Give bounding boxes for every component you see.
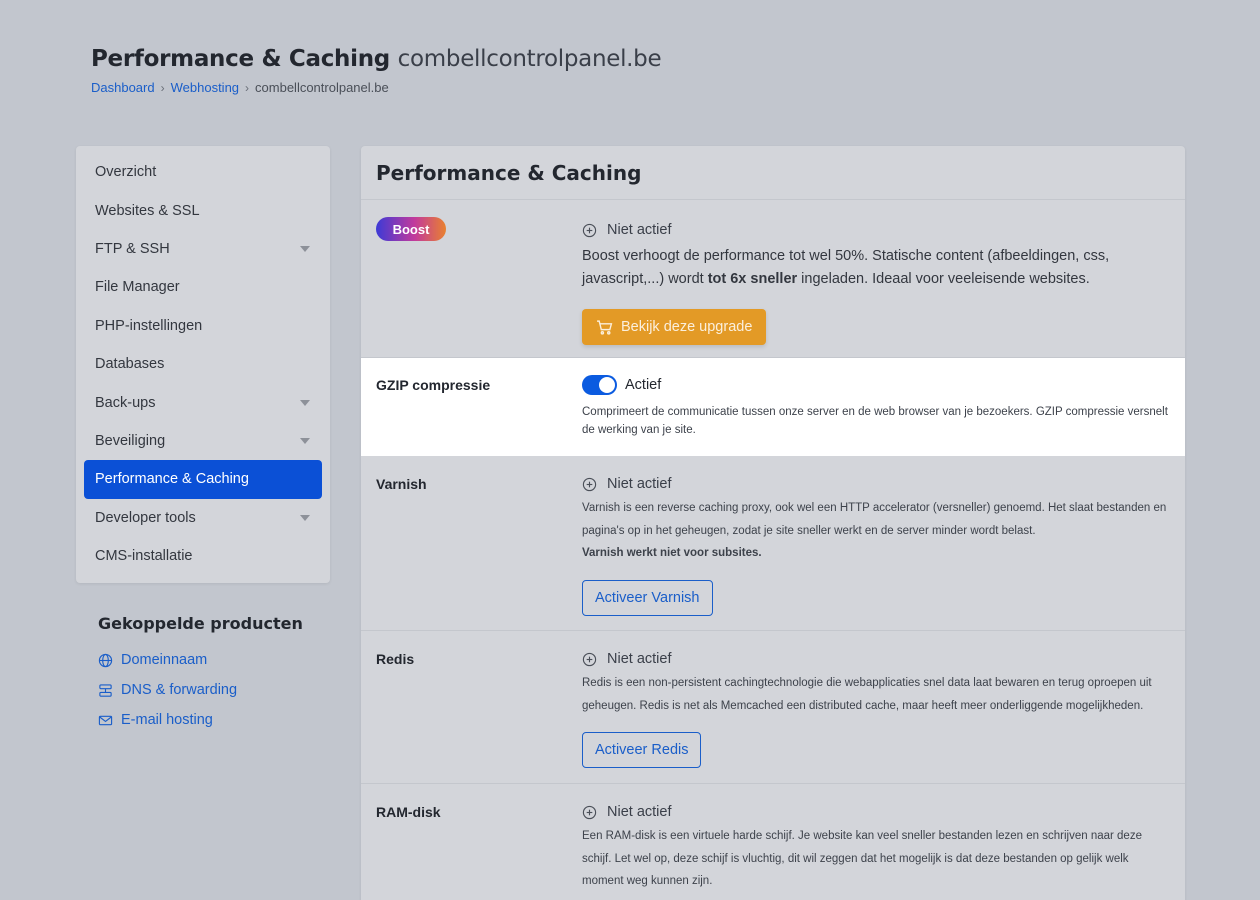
varnish-label: Varnish [376, 476, 427, 492]
view-upgrade-button[interactable]: Bekijk deze upgrade [582, 309, 767, 345]
linked-item-label: DNS & forwarding [121, 682, 238, 698]
varnish-status: Niet actief [582, 475, 1172, 493]
sidebar-item-back-ups[interactable]: Back-ups [84, 383, 322, 421]
sidebar-item-label: Performance & Caching [95, 471, 249, 488]
gzip-description: Comprimeert de communicatie tussen onze … [582, 406, 1168, 436]
plus-circle-icon [582, 805, 597, 819]
gzip-body: Actief Comprimeert de communicatie tusse… [582, 375, 1172, 439]
redis-description: Redis is een non-persistent cachingtechn… [582, 677, 1152, 712]
server-icon [99, 683, 112, 697]
redis-status: Niet actief [582, 650, 1172, 668]
varnish-description: Varnish is een reverse caching proxy, oo… [582, 502, 1167, 537]
breadcrumb-current: combellcontrolpanel.be [255, 80, 389, 95]
sidebar-item-ftp-ssh[interactable]: FTP & SSH [84, 230, 322, 268]
plus-circle-icon [582, 477, 597, 491]
boost-badge: Boost [376, 217, 446, 241]
linked-item-label: Domeinnaam [121, 652, 208, 668]
caret-down-icon [300, 399, 310, 406]
main-panel: Performance & Caching Boost Niet actief … [361, 146, 1185, 900]
linked-item-label: E-mail hosting [121, 712, 213, 728]
sidebar-item-label: Beveiliging [95, 432, 166, 449]
sidebar-item-developer-tools[interactable]: Developer tools [84, 499, 322, 537]
sidebar-item-databases[interactable]: Databases [84, 345, 322, 383]
gzip-status: Actief [582, 375, 1172, 395]
breadcrumb-dashboard[interactable]: Dashboard [91, 80, 155, 95]
redis-row: Redis Niet actief Redis is een non-persi… [361, 631, 1185, 784]
sidebar-item-label: Overzicht [95, 164, 157, 181]
sidebar-item-label: Websites & SSL [95, 202, 200, 219]
redis-label: Redis [376, 651, 415, 667]
breadcrumb-webhosting[interactable]: Webhosting [171, 80, 239, 95]
breadcrumb-separator: › [245, 80, 250, 95]
page-title-domain: combellcontrolpanel.be [397, 46, 662, 72]
toggle-knob [599, 377, 615, 393]
sidebar-item-label: Back-ups [95, 394, 156, 411]
sidebar-item-file-manager[interactable]: File Manager [84, 268, 322, 306]
varnish-status-text: Niet actief [607, 476, 672, 492]
boost-status-text: Niet actief [607, 222, 672, 238]
ramdisk-description: Een RAM-disk is een virtuele harde schij… [582, 830, 1142, 887]
ramdisk-body: Niet actief Een RAM-disk is een virtuele… [582, 803, 1172, 893]
panel-title: Performance & Caching [361, 146, 1185, 200]
sidebar-item-websites-ssl[interactable]: Websites & SSL [84, 191, 322, 229]
plus-circle-icon [582, 223, 597, 237]
ramdisk-label: RAM-disk [376, 804, 441, 820]
sidebar-item-cms-installatie[interactable]: CMS-installatie [84, 537, 322, 575]
sidebar-item-label: PHP-instellingen [95, 317, 203, 334]
breadcrumb: Dashboard › Webhosting › combellcontrolp… [91, 80, 661, 95]
plus-circle-icon [582, 652, 597, 666]
boost-status: Niet actief [582, 221, 1172, 239]
sidebar-nav: Overzicht Websites & SSL FTP & SSH File … [76, 146, 330, 583]
ramdisk-status-text: Niet actief [607, 804, 672, 820]
caret-down-icon [300, 514, 310, 521]
sidebar-item-beveiliging[interactable]: Beveiliging [84, 422, 322, 460]
sidebar-item-label: FTP & SSH [95, 240, 170, 257]
view-upgrade-label: Bekijk deze upgrade [621, 319, 753, 335]
sidebar-item-label: File Manager [95, 279, 180, 296]
redis-body: Niet actief Redis is een non-persistent … [582, 650, 1172, 768]
breadcrumb-separator: › [160, 80, 165, 95]
sidebar-item-php-instellingen[interactable]: PHP-instellingen [84, 307, 322, 345]
linked-item-domeinnaam[interactable]: Domeinnaam [98, 645, 303, 675]
cart-icon [597, 319, 613, 335]
linked-products: Gekoppelde producten Domeinnaam DNS & fo… [98, 614, 303, 735]
sidebar-item-overzicht[interactable]: Overzicht [84, 153, 322, 191]
linked-item-dns-forwarding[interactable]: DNS & forwarding [98, 675, 303, 705]
page-title-text: Performance & Caching [91, 46, 390, 72]
boost-body: Niet actief Boost verhoogt de performanc… [582, 221, 1172, 345]
page-header: Performance & Caching combellcontrolpane… [91, 46, 662, 95]
mail-icon [98, 715, 113, 725]
varnish-body: Niet actief Varnish is een reverse cachi… [582, 475, 1172, 616]
ramdisk-row: RAM-disk Niet actief Een RAM-disk is een… [361, 784, 1185, 900]
gzip-label: GZIP compressie [376, 377, 491, 393]
sidebar-item-label: CMS-installatie [95, 548, 193, 565]
redis-status-text: Niet actief [607, 651, 672, 667]
sidebar-item-performance-caching[interactable]: Performance & Caching [84, 460, 322, 499]
boost-row: Boost Niet actief Boost verhoogt de perf… [361, 201, 1185, 358]
varnish-row: Varnish Niet actief Varnish is een rever… [361, 456, 1185, 631]
boost-desc-post: ingeladen. Ideaal voor veeleisende websi… [797, 271, 1090, 287]
ramdisk-status: Niet actief [582, 803, 1172, 821]
linked-products-title: Gekoppelde producten [98, 614, 303, 633]
activate-varnish-button[interactable]: Activeer Varnish [582, 579, 713, 616]
activate-redis-button[interactable]: Activeer Redis [582, 732, 702, 768]
gzip-row: GZIP compressie Actief Comprimeert de co… [361, 358, 1185, 456]
sidebar-item-label: Databases [95, 356, 165, 373]
boost-description: Boost verhoogt de performance tot wel 50… [582, 245, 1172, 291]
linked-item-email-hosting[interactable]: E-mail hosting [98, 705, 303, 735]
caret-down-icon [300, 437, 310, 444]
globe-icon [98, 653, 113, 667]
page-title: Performance & Caching combellcontrolpane… [91, 46, 662, 72]
caret-down-icon [300, 245, 310, 252]
gzip-status-text: Actief [625, 377, 662, 393]
varnish-note: Varnish werkt niet voor subsites. [582, 547, 762, 559]
sidebar-item-label: Developer tools [95, 509, 196, 526]
boost-desc-bold: tot 6x sneller [707, 271, 798, 287]
gzip-toggle[interactable] [582, 375, 617, 395]
